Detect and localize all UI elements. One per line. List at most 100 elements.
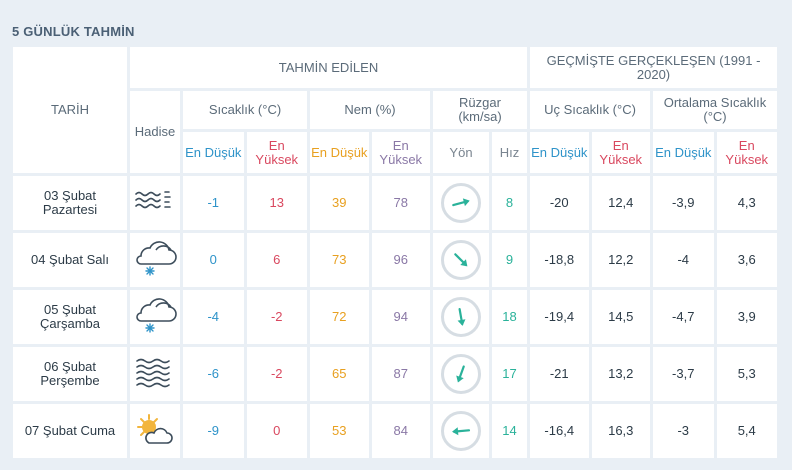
extreme-temp-cells: -19,4 14,5 <box>530 290 650 344</box>
avg-min: -3,9 <box>653 176 714 230</box>
extreme-temp-cells: -21 13,2 <box>530 347 650 401</box>
wind-speed: 14 <box>492 404 527 458</box>
col-header-wind: Rüzgar (km/sa) <box>433 91 527 129</box>
wind-direction-cell <box>433 176 489 230</box>
humidity-min: 73 <box>310 233 369 287</box>
temp-max: -2 <box>246 290 307 344</box>
wind-direction-icon <box>441 240 481 280</box>
forecast-table: TARİH TAHMİN EDİLEN GEÇMİŞTE GERÇEKLEŞEN… <box>13 47 777 461</box>
extreme-min: -18,8 <box>530 233 589 287</box>
wind-direction-cell <box>433 233 489 287</box>
temperature-cells: 0 6 <box>183 233 307 287</box>
wind-speed: 8 <box>492 176 527 230</box>
avg-min-label: En Düşük <box>653 132 714 173</box>
extreme-min: -19,4 <box>530 290 589 344</box>
wind-direction-cell <box>433 404 489 458</box>
avg-min: -4 <box>653 233 714 287</box>
snow-cloud-icon <box>132 297 178 338</box>
avg-max: 3,9 <box>716 290 777 344</box>
temp-subheaders: En Düşük En Yüksek <box>183 132 307 173</box>
avg-min: -3 <box>653 404 714 458</box>
snow-cloud-icon <box>132 240 178 281</box>
extreme-min: -16,4 <box>530 404 589 458</box>
avg-temp-cells: -4,7 3,9 <box>653 290 777 344</box>
extreme-min: -20 <box>530 176 589 230</box>
humidity-cells: 65 87 <box>310 347 430 401</box>
temperature-cells: -4 -2 <box>183 290 307 344</box>
temp-min-label: En Düşük <box>183 132 244 173</box>
wind-cells: 14 <box>433 404 527 458</box>
avg-max-label: En Yüksek <box>716 132 777 173</box>
humidity-max-label: En Yüksek <box>371 132 430 173</box>
humidity-min: 72 <box>310 290 369 344</box>
humidity-min: 53 <box>310 404 369 458</box>
humidity-cells: 39 78 <box>310 176 430 230</box>
extreme-max-label: En Yüksek <box>591 132 650 173</box>
humidity-min: 39 <box>310 176 369 230</box>
wind-speed: 9 <box>492 233 527 287</box>
wind-cells: 8 <box>433 176 527 230</box>
humidity-cells: 73 96 <box>310 233 430 287</box>
avg-max: 5,4 <box>716 404 777 458</box>
haze-icon <box>134 356 176 393</box>
extreme-subheaders: En Düşük En Yüksek <box>530 132 650 173</box>
fog-icon <box>134 187 176 220</box>
temp-max: 6 <box>246 233 307 287</box>
wind-speed: 18 <box>492 290 527 344</box>
temperature-cells: -9 0 <box>183 404 307 458</box>
temp-max: -2 <box>246 347 307 401</box>
weather-cell <box>130 347 180 401</box>
temp-max-label: En Yüksek <box>246 132 307 173</box>
temp-min: -1 <box>183 176 244 230</box>
wind-direction-label: Yön <box>433 132 489 173</box>
temp-min: 0 <box>183 233 244 287</box>
avg-max: 4,3 <box>716 176 777 230</box>
extreme-max: 16,3 <box>591 404 650 458</box>
temp-min: -6 <box>183 347 244 401</box>
weather-cell <box>130 176 180 230</box>
partly-sunny-icon <box>134 413 176 450</box>
col-header-humidity: Nem (%) <box>310 91 430 129</box>
wind-direction-icon <box>441 297 481 337</box>
humidity-max: 96 <box>371 233 430 287</box>
temperature-cells: -1 13 <box>183 176 307 230</box>
temp-max: 0 <box>246 404 307 458</box>
extreme-max: 13,2 <box>591 347 650 401</box>
avg-min: -3,7 <box>653 347 714 401</box>
humidity-cells: 72 94 <box>310 290 430 344</box>
avg-subheaders: En Düşük En Yüksek <box>653 132 777 173</box>
wind-speed: 17 <box>492 347 527 401</box>
wind-direction-cell <box>433 347 489 401</box>
avg-max: 5,3 <box>716 347 777 401</box>
wind-direction-icon <box>441 354 481 394</box>
avg-temp-cells: -3 5,4 <box>653 404 777 458</box>
section-title: 5 GÜNLÜK TAHMİN <box>12 24 135 39</box>
temp-min: -4 <box>183 290 244 344</box>
avg-max: 3,6 <box>716 233 777 287</box>
humidity-max: 84 <box>371 404 430 458</box>
humidity-subheaders: En Düşük En Yüksek <box>310 132 430 173</box>
weather-cell <box>130 233 180 287</box>
humidity-max: 78 <box>371 176 430 230</box>
extreme-temp-cells: -18,8 12,2 <box>530 233 650 287</box>
extreme-min: -21 <box>530 347 589 401</box>
header-historical: GEÇMİŞTE GERÇEKLEŞEN (1991 - 2020) <box>530 47 777 88</box>
header-forecast: TAHMİN EDİLEN <box>130 47 527 88</box>
extreme-temp-cells: -20 12,4 <box>530 176 650 230</box>
date-cell: 07 Şubat Cuma <box>13 404 127 458</box>
wind-subheaders: Yön Hız <box>433 132 527 173</box>
humidity-min-label: En Düşük <box>310 132 369 173</box>
humidity-cells: 53 84 <box>310 404 430 458</box>
date-cell: 04 Şubat Salı <box>13 233 127 287</box>
humidity-max: 87 <box>371 347 430 401</box>
temp-max: 13 <box>246 176 307 230</box>
humidity-min: 65 <box>310 347 369 401</box>
date-cell: 05 Şubat Çarşamba <box>13 290 127 344</box>
col-header-weather: Hadise <box>130 91 180 173</box>
wind-speed-label: Hız <box>492 132 527 173</box>
temperature-cells: -6 -2 <box>183 347 307 401</box>
avg-temp-cells: -3,7 5,3 <box>653 347 777 401</box>
avg-temp-cells: -3,9 4,3 <box>653 176 777 230</box>
wind-direction-cell <box>433 290 489 344</box>
col-header-avg-temp: Ortalama Sıcaklık (°C) <box>653 91 777 129</box>
